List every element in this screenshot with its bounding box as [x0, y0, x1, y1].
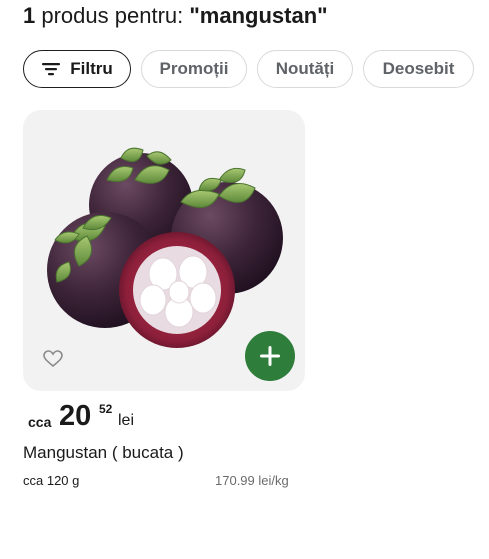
results-text: produs pentru: [41, 3, 184, 28]
product-name[interactable]: Mangustan ( bucata ) [23, 443, 184, 463]
filter-lines-icon [42, 63, 61, 76]
price-decimals: 52 [99, 402, 113, 416]
results-count: 1 [23, 3, 36, 28]
chip-promotii[interactable]: Promoții [141, 50, 247, 88]
chip-noutati[interactable]: Noutăți [257, 50, 353, 88]
plus-icon [260, 346, 280, 366]
product-card[interactable] [23, 110, 305, 391]
price-integer: 20 [59, 400, 92, 432]
chip-deosebit[interactable]: Deosebit [363, 50, 474, 88]
price-currency: lei [118, 412, 135, 429]
search-query: "mangustan" [189, 3, 328, 28]
add-to-cart-button[interactable] [245, 331, 295, 381]
price-prefix: cca [28, 414, 52, 430]
filter-button[interactable]: Filtru [23, 50, 131, 88]
search-results-heading: 1 produs pentru: "mangustan" [23, 2, 328, 30]
product-weight: cca 120 g [23, 473, 80, 488]
product-unit-price: 170.99 lei/kg [215, 473, 289, 488]
filter-label: Filtru [70, 59, 113, 78]
heart-outline-icon[interactable] [43, 350, 63, 368]
